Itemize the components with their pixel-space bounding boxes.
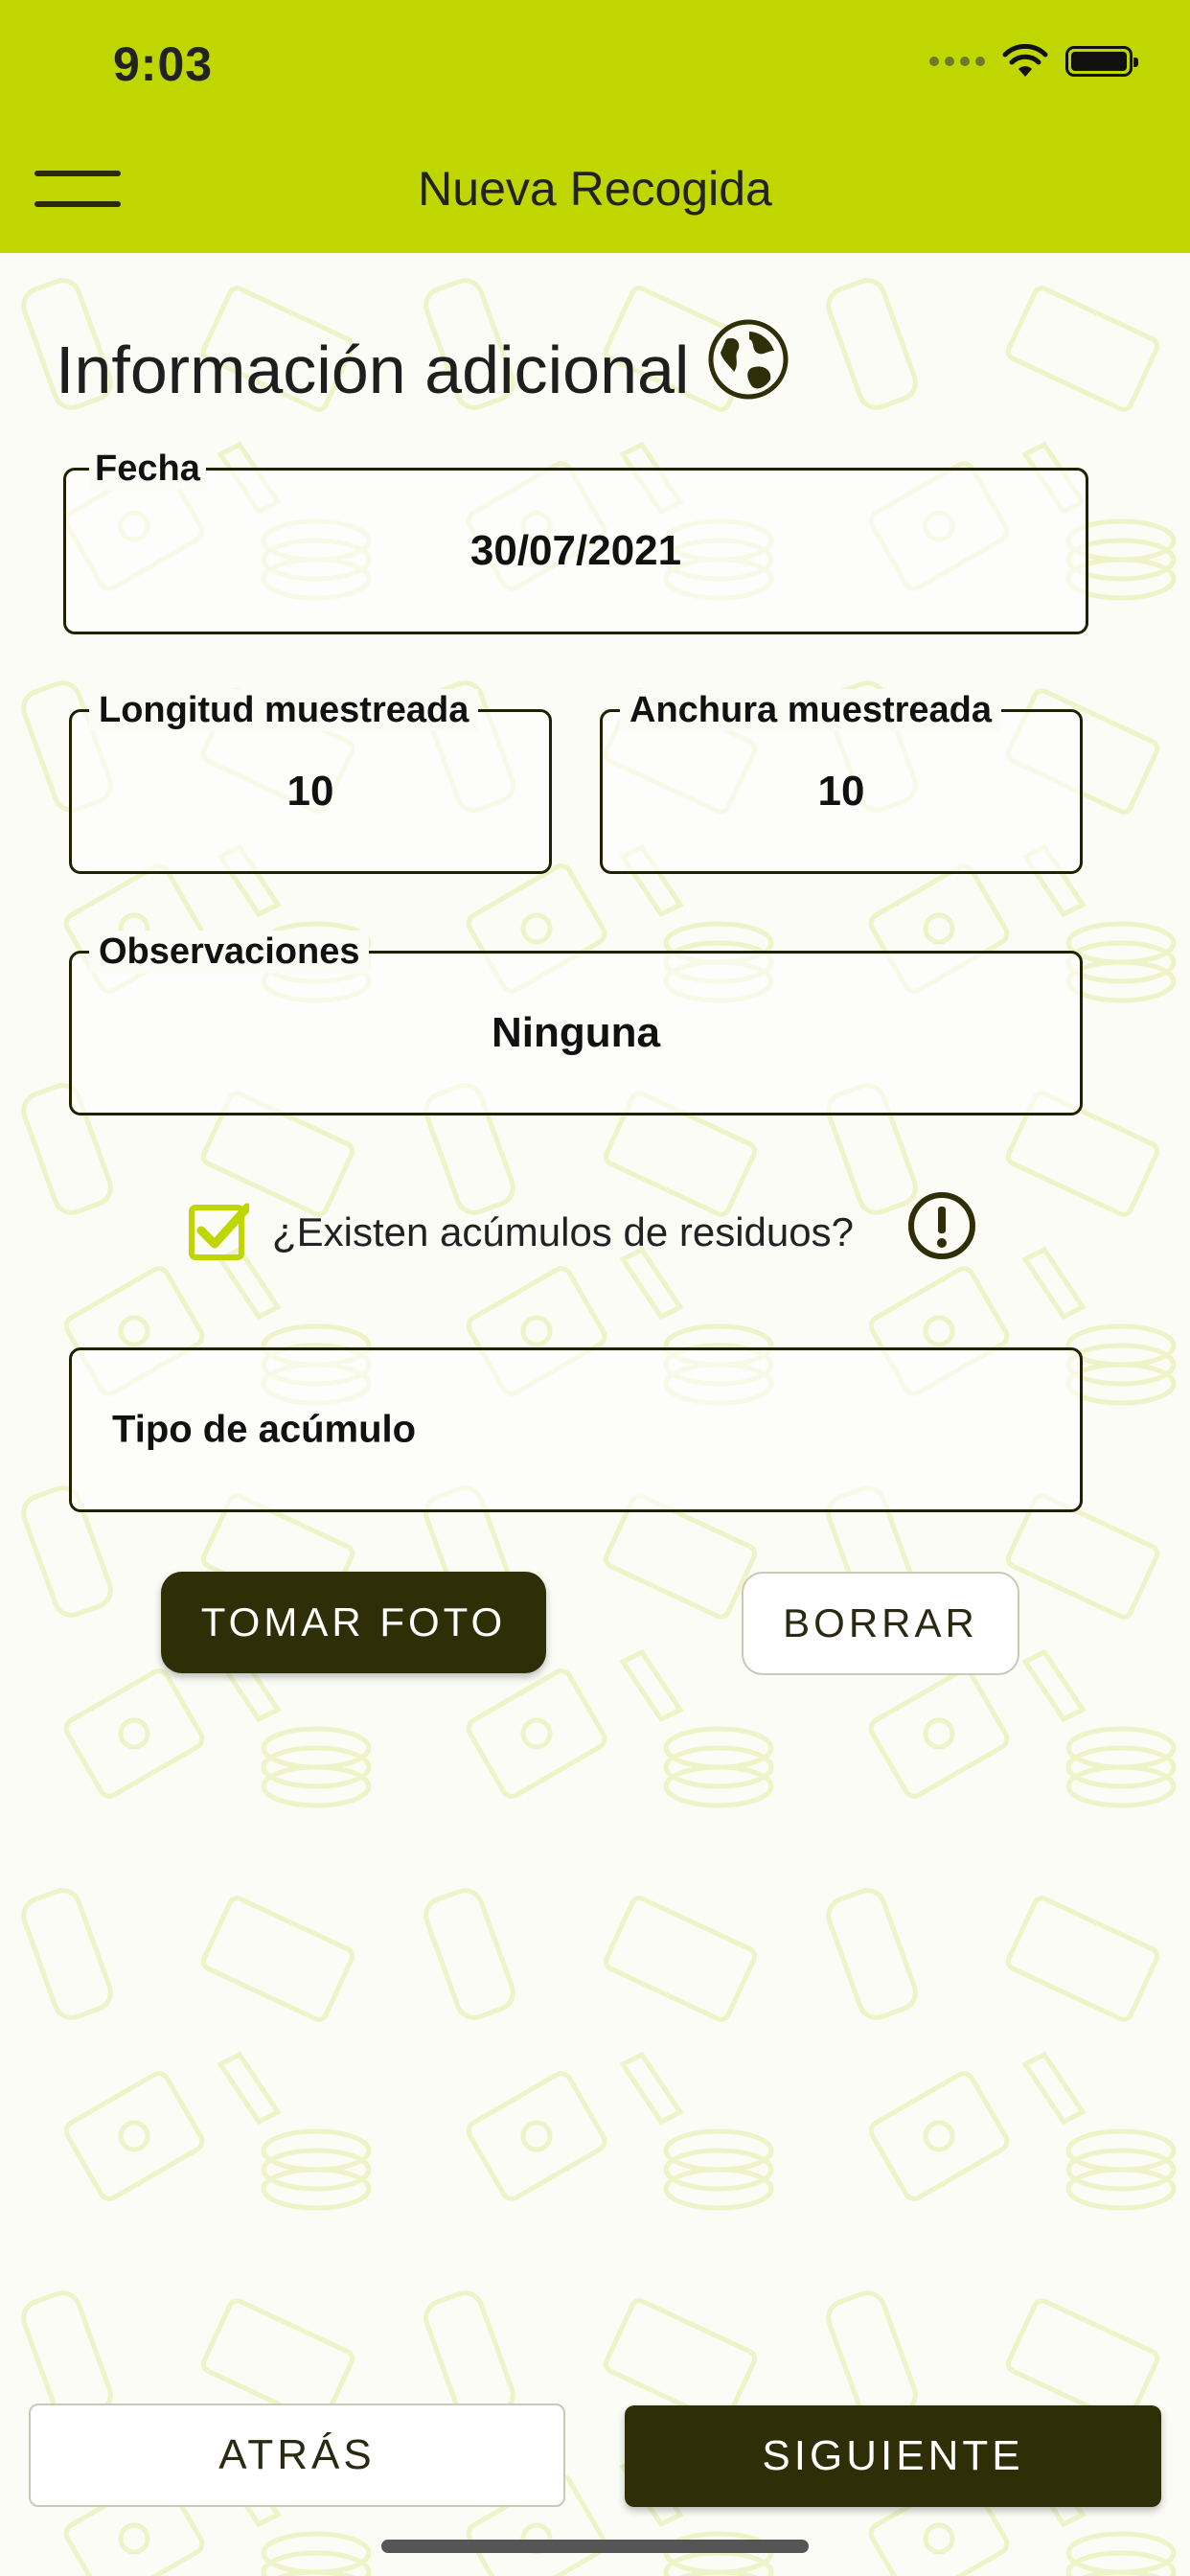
longitud-value: 10	[286, 768, 334, 815]
exclamation-icon[interactable]	[906, 1190, 977, 1261]
accumulation-type-label: Tipo de acúmulo	[112, 1408, 417, 1451]
longitud-label: Longitud muestreada	[89, 689, 479, 731]
back-button[interactable]: ATRÁS	[29, 2404, 565, 2507]
accumulation-question: ¿Existen acúmulos de residuos?	[272, 1209, 854, 1254]
observaciones-label: Observaciones	[89, 931, 370, 973]
anchura-field[interactable]: Anchura muestreada 10	[600, 689, 1083, 874]
globe-icon[interactable]	[707, 318, 790, 401]
take-photo-button[interactable]: TOMAR FOTO	[161, 1572, 546, 1673]
fecha-field[interactable]: Fecha 30/07/2021	[63, 448, 1088, 634]
signal-icon	[929, 57, 985, 66]
observaciones-value: Ninguna	[492, 1009, 660, 1056]
status-time: 9:03	[113, 37, 214, 91]
observaciones-field[interactable]: Observaciones Ninguna	[69, 931, 1083, 1116]
fecha-value: 30/07/2021	[469, 527, 682, 574]
page-title: Nueva Recogida	[418, 162, 772, 216]
fecha-label: Fecha	[89, 448, 206, 490]
wifi-icon	[1002, 44, 1048, 77]
main-content: Información adicional Fecha 30/07/2021 L…	[0, 253, 1190, 2576]
anchura-value: 10	[817, 768, 865, 815]
accumulation-type-select[interactable]: Tipo de acúmulo	[69, 1347, 1083, 1512]
delete-button[interactable]: BORRAR	[742, 1572, 1019, 1675]
top-bar: 9:03 Nueva Recogida	[0, 0, 1190, 253]
accumulation-checkbox[interactable]	[188, 1202, 249, 1263]
accumulation-checkbox-row: ¿Existen acúmulos de residuos?	[188, 1194, 854, 1271]
longitud-field[interactable]: Longitud muestreada 10	[69, 689, 552, 874]
section-title: Información adicional	[56, 333, 690, 407]
status-icons	[929, 44, 1138, 79]
anchura-label: Anchura muestreada	[620, 689, 1002, 731]
home-indicator[interactable]	[381, 2540, 809, 2553]
battery-icon	[1065, 46, 1138, 77]
next-button[interactable]: SIGUIENTE	[625, 2405, 1161, 2507]
